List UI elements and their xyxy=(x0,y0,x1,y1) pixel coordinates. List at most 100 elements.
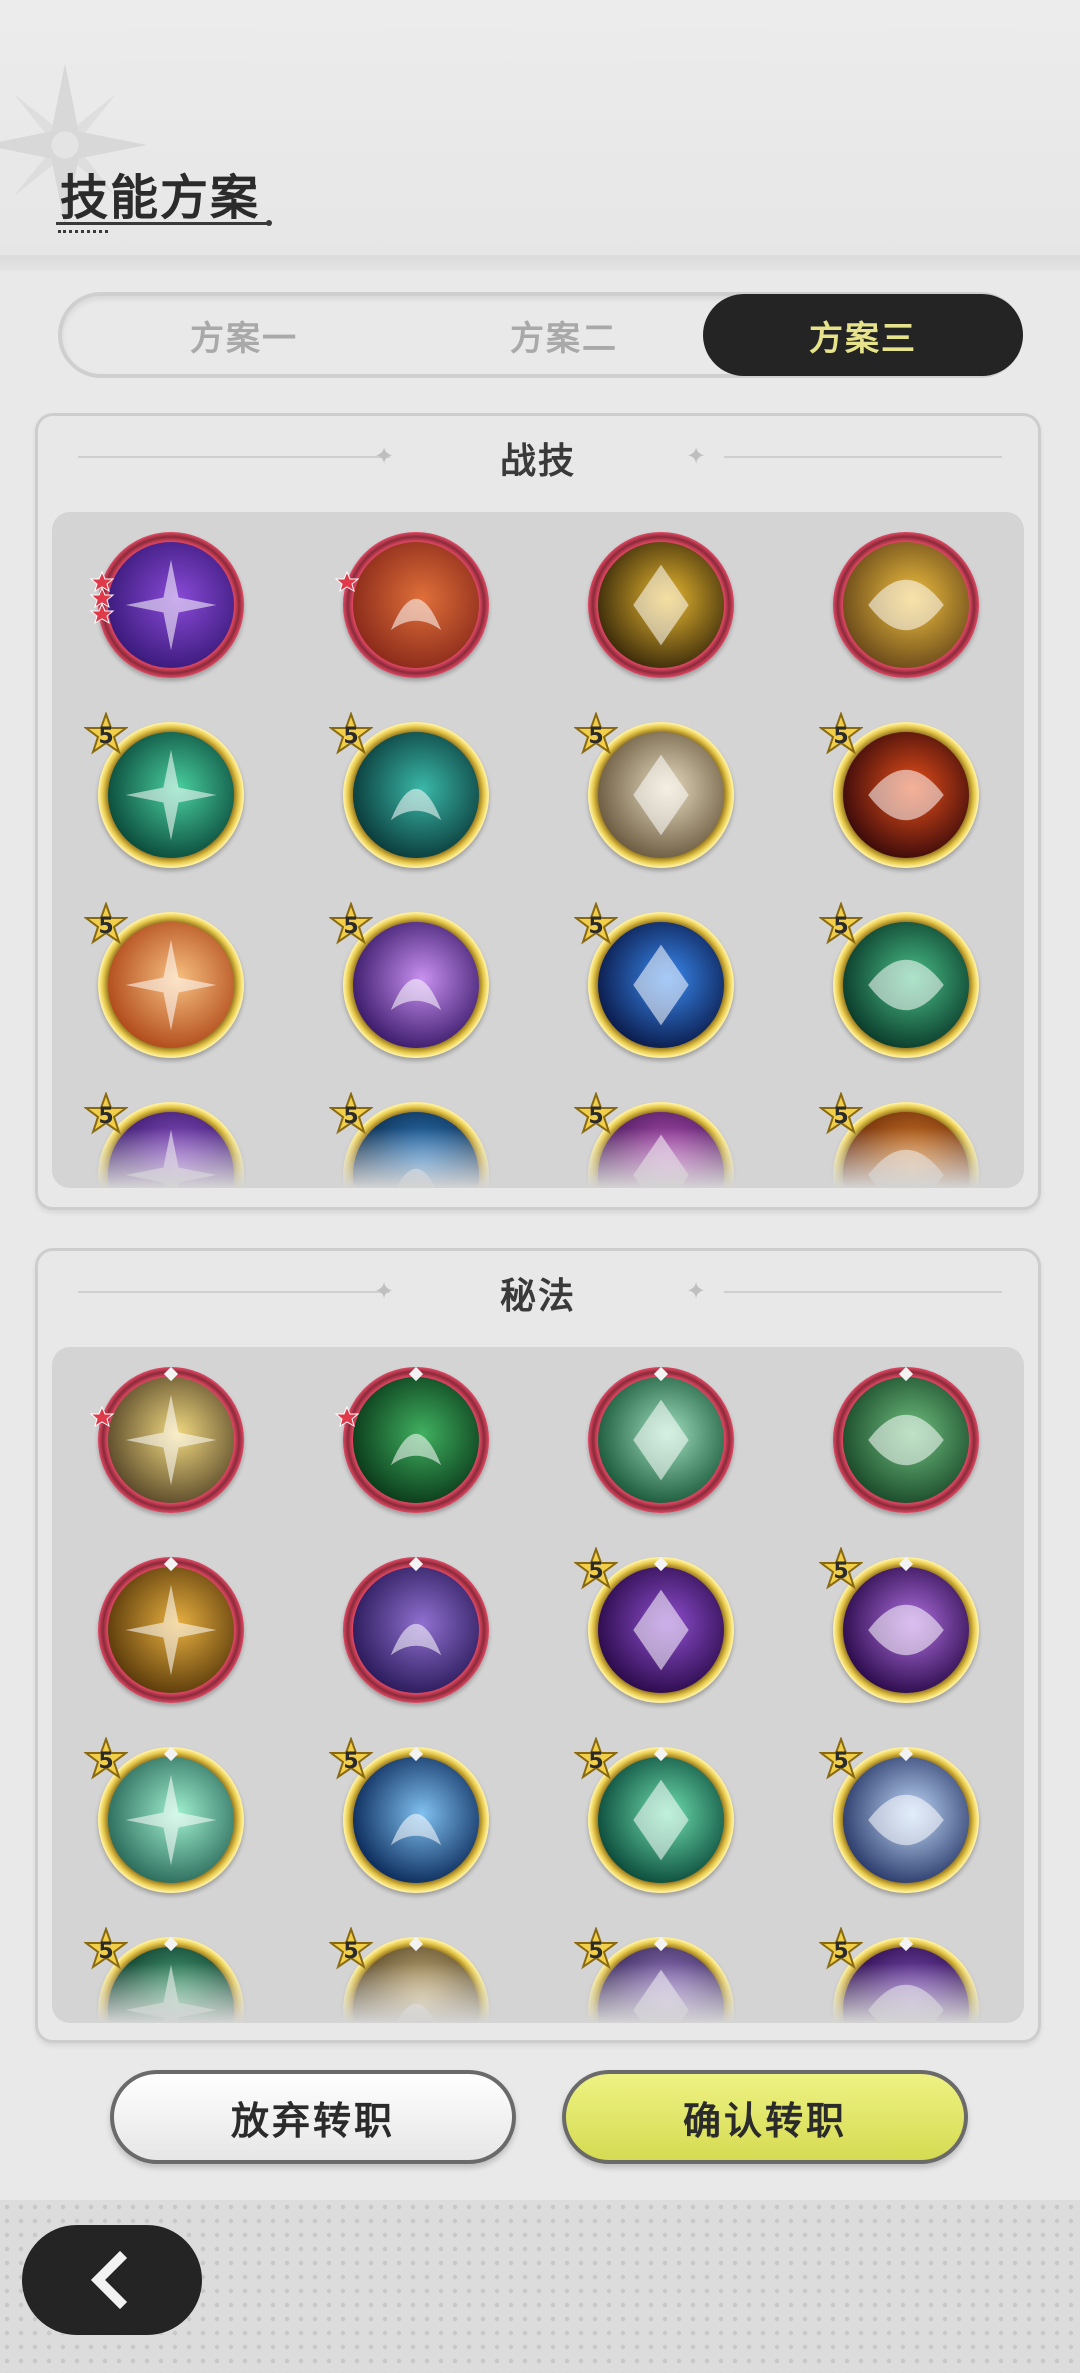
skill-slot[interactable] xyxy=(833,1366,979,1513)
skill-slot[interactable] xyxy=(334,532,489,678)
scroll-fade xyxy=(52,1963,1024,2023)
sparkle-icon: ✦ xyxy=(685,442,707,470)
skill-slot[interactable] xyxy=(588,1366,734,1513)
title-end-dot xyxy=(266,220,272,226)
divider xyxy=(78,1291,390,1293)
sparkle-icon: ✦ xyxy=(373,1277,395,1305)
red-star-icon xyxy=(334,570,360,593)
green-shield-icon xyxy=(598,1377,724,1503)
chevron-left-icon xyxy=(90,2250,128,2310)
skill-slot[interactable] xyxy=(89,532,244,678)
skill-glyph xyxy=(125,1394,217,1486)
header xyxy=(0,0,1080,270)
skill-slot[interactable] xyxy=(343,1556,489,1703)
star-level-text: 5 xyxy=(833,913,849,939)
star-level-text: 5 xyxy=(588,723,604,749)
golden-rise-icon xyxy=(108,1377,234,1503)
scroll-fade xyxy=(52,1128,1024,1188)
skill-slot[interactable]: 5 xyxy=(818,1736,979,1893)
arrow-totem-icon xyxy=(353,542,479,668)
divider xyxy=(78,456,390,458)
skill-glyph xyxy=(125,1584,217,1676)
star-level-badge: 5 xyxy=(328,711,374,756)
combat-skills-panel: ✦ 战技 ✦ 555555555555 xyxy=(35,413,1041,1210)
skill-slot[interactable]: 5 xyxy=(573,1736,734,1893)
sparkle-icon: ✦ xyxy=(685,1277,707,1305)
skill-slot[interactable]: 5 xyxy=(83,711,244,868)
divider xyxy=(724,1291,1002,1293)
red-star-icon xyxy=(334,1405,360,1428)
star-level-text: 5 xyxy=(833,1748,849,1774)
star-level-badge: 5 xyxy=(83,711,129,756)
skill-glyph xyxy=(868,579,944,631)
violet-figure-icon xyxy=(353,1567,479,1693)
skill-grid: 555555555555 xyxy=(52,512,1024,1188)
back-button[interactable] xyxy=(22,2225,202,2335)
star-level-text: 5 xyxy=(98,913,114,939)
winged-star-icon xyxy=(843,1377,969,1503)
star-level-badge: 5 xyxy=(328,901,374,946)
skill-glyph xyxy=(390,1623,442,1656)
stone-golem-icon xyxy=(843,542,969,668)
star-level-text: 5 xyxy=(98,1748,114,1774)
skill-slot[interactable]: 5 xyxy=(83,901,244,1058)
skill-slot[interactable] xyxy=(334,1366,489,1513)
star-level-badge: 5 xyxy=(818,1546,864,1591)
skill-slot[interactable]: 5 xyxy=(818,901,979,1058)
page-title: 技能方案 xyxy=(60,170,261,226)
star-level-text: 5 xyxy=(588,913,604,939)
skill-slot[interactable]: 5 xyxy=(83,1736,244,1893)
skill-slot[interactable]: 5 xyxy=(818,1546,979,1703)
tab-plan-2[interactable]: 方案二 xyxy=(404,296,724,374)
star-level-text: 5 xyxy=(833,723,849,749)
title-dots xyxy=(58,230,108,234)
star-level-badge: 5 xyxy=(328,1736,374,1781)
skill-slot[interactable]: 5 xyxy=(573,901,734,1058)
star-level-badge: 5 xyxy=(818,901,864,946)
star-level-text: 5 xyxy=(98,723,114,749)
star-level-badge: 5 xyxy=(573,711,619,756)
skill-slot[interactable]: 5 xyxy=(573,1546,734,1703)
green-heal-icon xyxy=(353,1377,479,1503)
panel-header: ✦ 秘法 ✦ xyxy=(38,1251,1038,1335)
confirm-job-change-button[interactable]: 确认转职 xyxy=(562,2070,968,2164)
star-level-text: 5 xyxy=(588,1558,604,1584)
skill-glyph xyxy=(390,1433,442,1466)
tab-plan-3[interactable]: 方案三 xyxy=(703,294,1023,376)
title-underline xyxy=(56,222,270,226)
skill-slot[interactable] xyxy=(833,532,979,678)
panel-title: 秘法 xyxy=(499,1276,576,1317)
panel-header: ✦ 战技 ✦ xyxy=(38,416,1038,500)
skill-slot[interactable] xyxy=(98,1556,244,1703)
star-level-text: 5 xyxy=(343,723,359,749)
panel-title: 战技 xyxy=(499,441,576,482)
skill-slot[interactable] xyxy=(588,532,734,678)
star-level-text: 5 xyxy=(343,1748,359,1774)
header-shadow xyxy=(0,255,1080,275)
skill-slot[interactable]: 5 xyxy=(328,1736,489,1893)
star-level-badge: 5 xyxy=(573,1546,619,1591)
abandon-job-change-button[interactable]: 放弃转职 xyxy=(110,2070,516,2164)
star-level-badge: 5 xyxy=(818,1736,864,1781)
red-star-icon xyxy=(89,570,115,625)
star-level-text: 5 xyxy=(833,1558,849,1584)
golden-figure-icon xyxy=(108,1567,234,1693)
skill-grid: 5555555555 xyxy=(52,1347,1024,2023)
secret-arts-panel: ✦ 秘法 ✦ 5555555555 xyxy=(35,1248,1041,2043)
skill-slot[interactable]: 5 xyxy=(328,901,489,1058)
skill-slot[interactable] xyxy=(89,1366,244,1513)
star-level-text: 5 xyxy=(588,1748,604,1774)
tab-plan-1[interactable]: 方案一 xyxy=(84,296,404,374)
skill-slot[interactable]: 5 xyxy=(573,711,734,868)
plan-tabs: 方案一 方案二 方案三 xyxy=(58,292,1023,378)
sparkle-icon: ✦ xyxy=(373,442,395,470)
skill-glyph xyxy=(390,598,442,631)
skill-slot[interactable]: 5 xyxy=(818,711,979,868)
skill-glyph xyxy=(633,564,689,646)
skill-glyph xyxy=(633,1399,689,1481)
red-star-icon xyxy=(89,1405,115,1428)
star-level-badge: 5 xyxy=(818,711,864,756)
skill-slot[interactable]: 5 xyxy=(328,711,489,868)
star-level-badge: 5 xyxy=(573,901,619,946)
star-level-text: 5 xyxy=(343,913,359,939)
